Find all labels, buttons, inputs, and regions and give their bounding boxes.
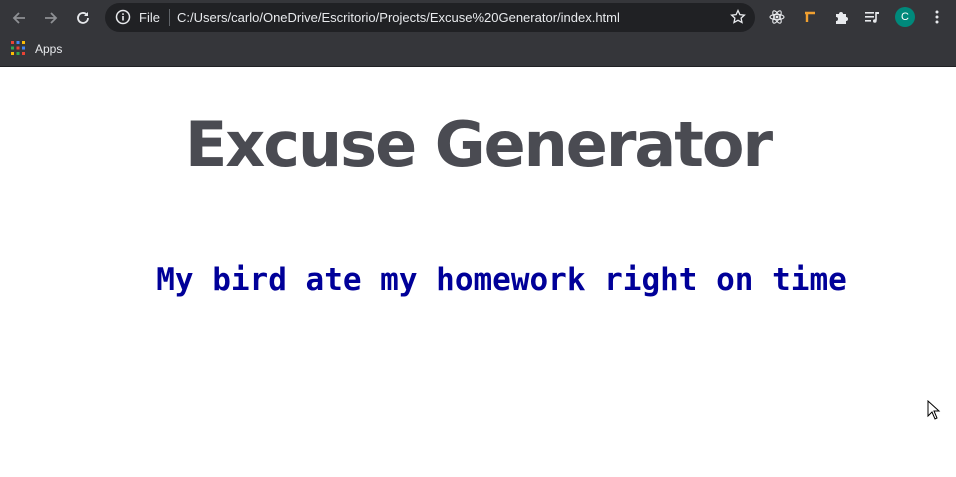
media-icon: [865, 12, 879, 23]
bookmarks-bar: [0, 35, 956, 67]
info-icon[interactable]: [115, 9, 131, 25]
forward-button[interactable]: [39, 6, 63, 30]
excuse-text: My bird ate my homework right on time: [156, 262, 847, 298]
media-control-button[interactable]: [863, 8, 881, 26]
reload-button[interactable]: [71, 6, 95, 30]
mouse-cursor-icon: [927, 400, 941, 420]
address-bar[interactable]: File C:/Users/carlo/OneDrive/Escritorio/…: [105, 3, 755, 32]
react-devtools-button[interactable]: [768, 8, 786, 26]
reload-icon: [77, 12, 89, 24]
extensions-button[interactable]: [832, 8, 850, 26]
browser-menu-button[interactable]: [928, 8, 946, 26]
apps-bookmark[interactable]: Apps: [35, 42, 62, 56]
back-icon: [12, 12, 25, 24]
scheme-label: File: [139, 10, 160, 25]
browser-toolbar: File C:/Users/carlo/OneDrive/Escritorio/…: [0, 0, 956, 35]
kebab-menu-icon: [935, 10, 939, 24]
puzzle-icon: [836, 12, 848, 24]
react-devtools-icon: [769, 10, 785, 24]
page-title: Excuse Generator: [184, 108, 773, 181]
apps-grid-icon[interactable]: [11, 41, 25, 55]
star-icon[interactable]: [730, 9, 746, 25]
extension-icon-orange: [805, 11, 815, 22]
back-button[interactable]: [7, 6, 31, 30]
omnibox-separator: [169, 9, 170, 26]
url-text[interactable]: C:/Users/carlo/OneDrive/Escritorio/Proje…: [177, 10, 620, 25]
orange-extension-button[interactable]: [801, 8, 819, 26]
forward-icon: [45, 12, 58, 24]
profile-avatar[interactable]: C: [895, 7, 915, 27]
